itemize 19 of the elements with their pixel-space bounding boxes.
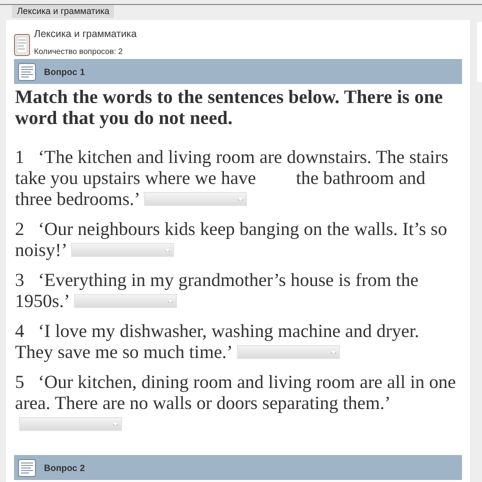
sentence-text: 5 ‘Our kitchen, dining room and living room are all in one area. There are no walls or doors separating them.’ [14, 373, 460, 436]
sentence-text: 1 ‘The kitchen and living room are downstairs. The stairs take you upstairs where we have the bathroom and three bedrooms.’ [14, 148, 450, 211]
section-tab[interactable]: Лексика и грамматика [12, 5, 114, 18]
question-icon [18, 62, 36, 80]
answer-dropdown[interactable] [144, 192, 248, 206]
sentence-text: 2 ‘Our neighbours kids keep banging on the walls. It’s so noisy!’ [14, 220, 448, 262]
document-icon [14, 34, 30, 56]
sentence-text: 3 ‘Everything in my grandmother’s house is from the 1950s.’ [14, 271, 420, 313]
sentence-text: 4 ‘I love my dishwasher, washing machine and dryer. They save me so much time.’ [14, 322, 420, 364]
instruction-text: Match the words to the sentences below. There is one word that you do not need. [15, 87, 444, 129]
answer-dropdown[interactable] [236, 345, 340, 359]
question-icon [18, 458, 36, 476]
answer-dropdown[interactable] [71, 243, 174, 257]
quiz-title: Лексика и грамматика [34, 29, 137, 40]
answer-dropdown[interactable] [74, 294, 177, 308]
answer-dropdown[interactable] [19, 417, 122, 431]
question-header[interactable]: Вопрос 1 [14, 59, 462, 84]
question-count: Количество вопросов: 2 [34, 47, 124, 56]
question-header[interactable]: Вопрос 2 [14, 455, 462, 480]
